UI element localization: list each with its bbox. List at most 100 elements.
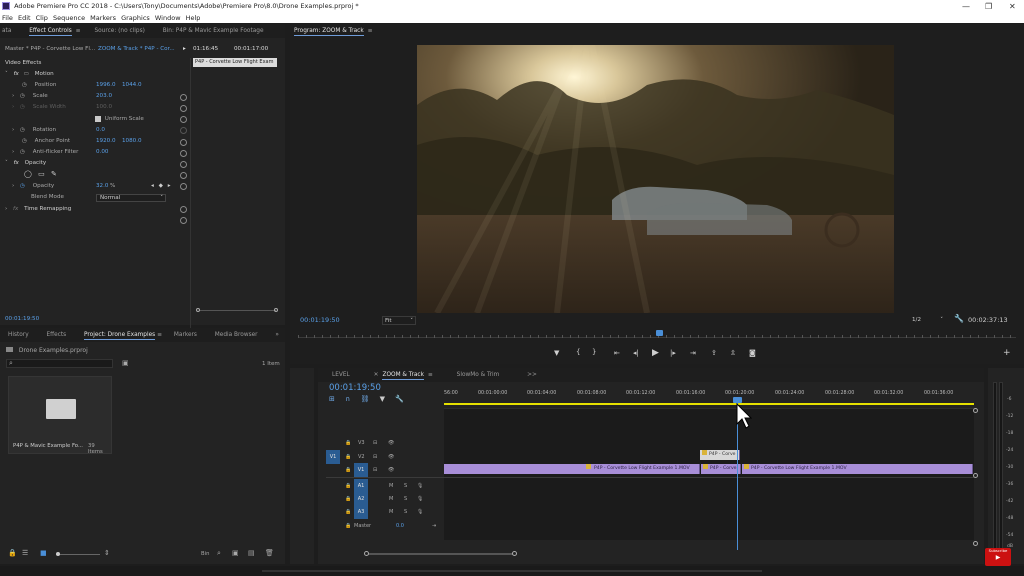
step-back-icon[interactable]: ◂| bbox=[633, 349, 639, 357]
camera-icon[interactable]: ◙ bbox=[749, 349, 756, 357]
lock-icon[interactable]: 🔒 bbox=[345, 436, 351, 450]
tab-bin[interactable]: Bin: P4P & Mavic Example Footage bbox=[163, 28, 264, 34]
timeline-menu-icon[interactable]: ≡ bbox=[428, 372, 433, 378]
blend-mode-dropdown[interactable]: Normal ˅ bbox=[96, 194, 166, 202]
menu-markers[interactable]: Markers bbox=[90, 14, 116, 22]
tab-markers[interactable]: Markers bbox=[174, 332, 197, 338]
pen-mask-icon[interactable]: ✎ bbox=[51, 170, 57, 178]
playhead-handle[interactable] bbox=[656, 330, 663, 336]
menu-sequence[interactable]: Sequence bbox=[53, 14, 85, 22]
fx-icon[interactable]: fx bbox=[14, 160, 19, 166]
chevron-down-icon[interactable]: ˅ bbox=[5, 160, 8, 166]
menu-window[interactable]: Window bbox=[155, 14, 181, 22]
solo-icon[interactable]: S bbox=[404, 479, 407, 493]
time-remap-row[interactable]: › fx Time Remapping bbox=[5, 204, 71, 215]
reset-blend-icon[interactable] bbox=[180, 217, 187, 224]
eye-icon[interactable]: 👁 bbox=[388, 436, 394, 450]
add-marker-icon[interactable]: ▼ bbox=[554, 349, 559, 357]
tab-project[interactable]: Project: Drone Examples bbox=[84, 332, 156, 340]
track-header-master[interactable]: 🔒 Master 0.0 ⇥ bbox=[326, 519, 443, 533]
rectangle-mask-icon[interactable]: ▭ bbox=[38, 170, 45, 178]
subscribe-badge[interactable]: Subscribe ▶ bbox=[985, 548, 1011, 566]
ec-timecode[interactable]: 00:01:19:50 bbox=[5, 314, 39, 325]
motion-row[interactable]: ˅ fx ▭ Motion bbox=[5, 69, 54, 80]
sequence-clip-label[interactable]: ZOOM & Track * P4P - Cor... bbox=[98, 44, 175, 55]
v-scroll-bottom-handle[interactable] bbox=[973, 541, 978, 546]
v-scroll-top-handle[interactable] bbox=[973, 408, 978, 413]
clip-v1-b[interactable]: P4P - Corve bbox=[701, 464, 741, 474]
chevron-right-icon[interactable]: › bbox=[12, 127, 14, 133]
icon-view-icon[interactable]: ■ bbox=[40, 549, 47, 557]
timeline-horizontal-scrollbar[interactable] bbox=[326, 551, 974, 556]
linked-selection-icon[interactable]: ⛓ bbox=[360, 395, 369, 403]
opacity-section-row[interactable]: ˅ fx Opacity bbox=[5, 158, 46, 169]
add-keyframe-icon[interactable]: ◆ bbox=[159, 183, 163, 189]
rotation-value[interactable]: 0.0 bbox=[96, 125, 105, 136]
tab-data[interactable]: ata bbox=[2, 28, 11, 34]
stopwatch-icon[interactable]: ◷ bbox=[20, 93, 25, 99]
clip-v1-c[interactable]: P4P - Corvette Low Flight Example 1.MOV bbox=[742, 464, 973, 474]
project-menu-icon[interactable]: ≡ bbox=[157, 332, 162, 338]
lock-icon[interactable]: 🔒 bbox=[345, 492, 351, 506]
menu-graphics[interactable]: Graphics bbox=[121, 14, 150, 22]
program-video-frame[interactable] bbox=[417, 45, 894, 313]
tab-slowmo-trim[interactable]: SlowMo & Trim bbox=[457, 372, 500, 378]
zoom-slider[interactable] bbox=[56, 552, 100, 556]
solo-icon[interactable]: S bbox=[404, 492, 407, 506]
ec-clip-bar[interactable]: P4P - Corvette Low Flight Exam bbox=[193, 58, 277, 67]
project-search-input[interactable]: ⌕ bbox=[6, 359, 113, 368]
eye-icon[interactable]: 👁 bbox=[388, 450, 394, 464]
anchor-y-value[interactable]: 1080.0 bbox=[122, 136, 142, 147]
add-button-icon[interactable]: + bbox=[1003, 348, 1011, 358]
scale-value[interactable]: 203.0 bbox=[96, 91, 112, 102]
stopwatch-icon[interactable]: ◷ bbox=[22, 138, 27, 144]
bin-thumbnail[interactable]: P4P & Mavic Example Fo... 39 Items bbox=[8, 376, 112, 455]
fx-icon[interactable]: fx bbox=[14, 71, 19, 77]
clip-v2[interactable]: P4P - Corve bbox=[700, 450, 740, 460]
microphone-icon[interactable]: 🎙 bbox=[417, 505, 423, 519]
play-arrow-icon[interactable]: ▸ bbox=[183, 44, 186, 55]
settings-wrench-icon[interactable]: 🔧 bbox=[395, 395, 404, 403]
h-scroll-thumb[interactable] bbox=[366, 552, 514, 555]
go-to-out-icon[interactable]: ⇥ bbox=[690, 349, 696, 357]
menu-help[interactable]: Help bbox=[186, 14, 201, 22]
chevron-right-icon[interactable]: › bbox=[12, 183, 14, 189]
sync-lock-icon[interactable]: ⊟ bbox=[373, 450, 377, 464]
sync-lock-icon[interactable]: ⊟ bbox=[373, 436, 377, 450]
work-area-bar[interactable] bbox=[444, 403, 974, 405]
more-tabs-icon[interactable]: >> bbox=[527, 372, 537, 378]
program-timecode[interactable]: 00:01:19:50 bbox=[300, 316, 340, 324]
track-area[interactable] bbox=[444, 408, 974, 540]
track-header-v2[interactable]: V1 🔒 V2 ⊟ 👁 bbox=[326, 450, 443, 464]
add-marker-icon[interactable]: ▼ bbox=[380, 395, 385, 403]
solo-icon[interactable]: S bbox=[404, 505, 407, 519]
position-y-value[interactable]: 1044.0 bbox=[122, 80, 142, 91]
play-icon[interactable]: ▶ bbox=[652, 348, 659, 358]
reset-motion-icon[interactable] bbox=[180, 94, 187, 101]
new-bin-bottom-icon[interactable]: ▣ bbox=[232, 549, 239, 557]
mark-out-icon[interactable]: } bbox=[592, 348, 596, 356]
eye-icon[interactable]: 👁 bbox=[388, 463, 394, 477]
microphone-icon[interactable]: 🎙 bbox=[417, 479, 423, 493]
step-forward-icon[interactable]: |▸ bbox=[670, 349, 676, 357]
close-tab-icon[interactable]: ✕ bbox=[374, 372, 379, 378]
new-item-icon[interactable]: ▤ bbox=[248, 549, 255, 557]
scroll-handle-right[interactable] bbox=[274, 308, 278, 312]
tab-media-browser[interactable]: Media Browser bbox=[215, 332, 258, 338]
tab-history[interactable]: History bbox=[8, 332, 29, 338]
reset-opacity-section-icon[interactable] bbox=[180, 183, 187, 190]
mute-icon[interactable]: M bbox=[389, 505, 393, 519]
tab-effect-controls[interactable]: Effect Controls bbox=[29, 28, 72, 36]
lock-icon[interactable]: 🔒 bbox=[345, 463, 351, 477]
lock-icon[interactable]: 🔒 bbox=[345, 450, 351, 464]
tab-level[interactable]: LEVEL bbox=[332, 372, 350, 378]
nest-icon[interactable]: ⊞ bbox=[329, 395, 335, 403]
trash-icon[interactable]: 🗑 bbox=[265, 549, 274, 557]
minimize-button[interactable]: — bbox=[962, 0, 970, 13]
track-header-v3[interactable]: 🔒 V3 ⊟ 👁 bbox=[326, 436, 443, 450]
find-icon[interactable]: ⌕ bbox=[217, 549, 221, 558]
track-header-v1[interactable]: 🔒 V1 ⊟ 👁 bbox=[326, 463, 443, 477]
scroll-handle-left[interactable] bbox=[196, 308, 200, 312]
master-value[interactable]: 0.0 bbox=[396, 519, 404, 533]
chevron-down-icon[interactable]: ˅ bbox=[5, 71, 8, 77]
